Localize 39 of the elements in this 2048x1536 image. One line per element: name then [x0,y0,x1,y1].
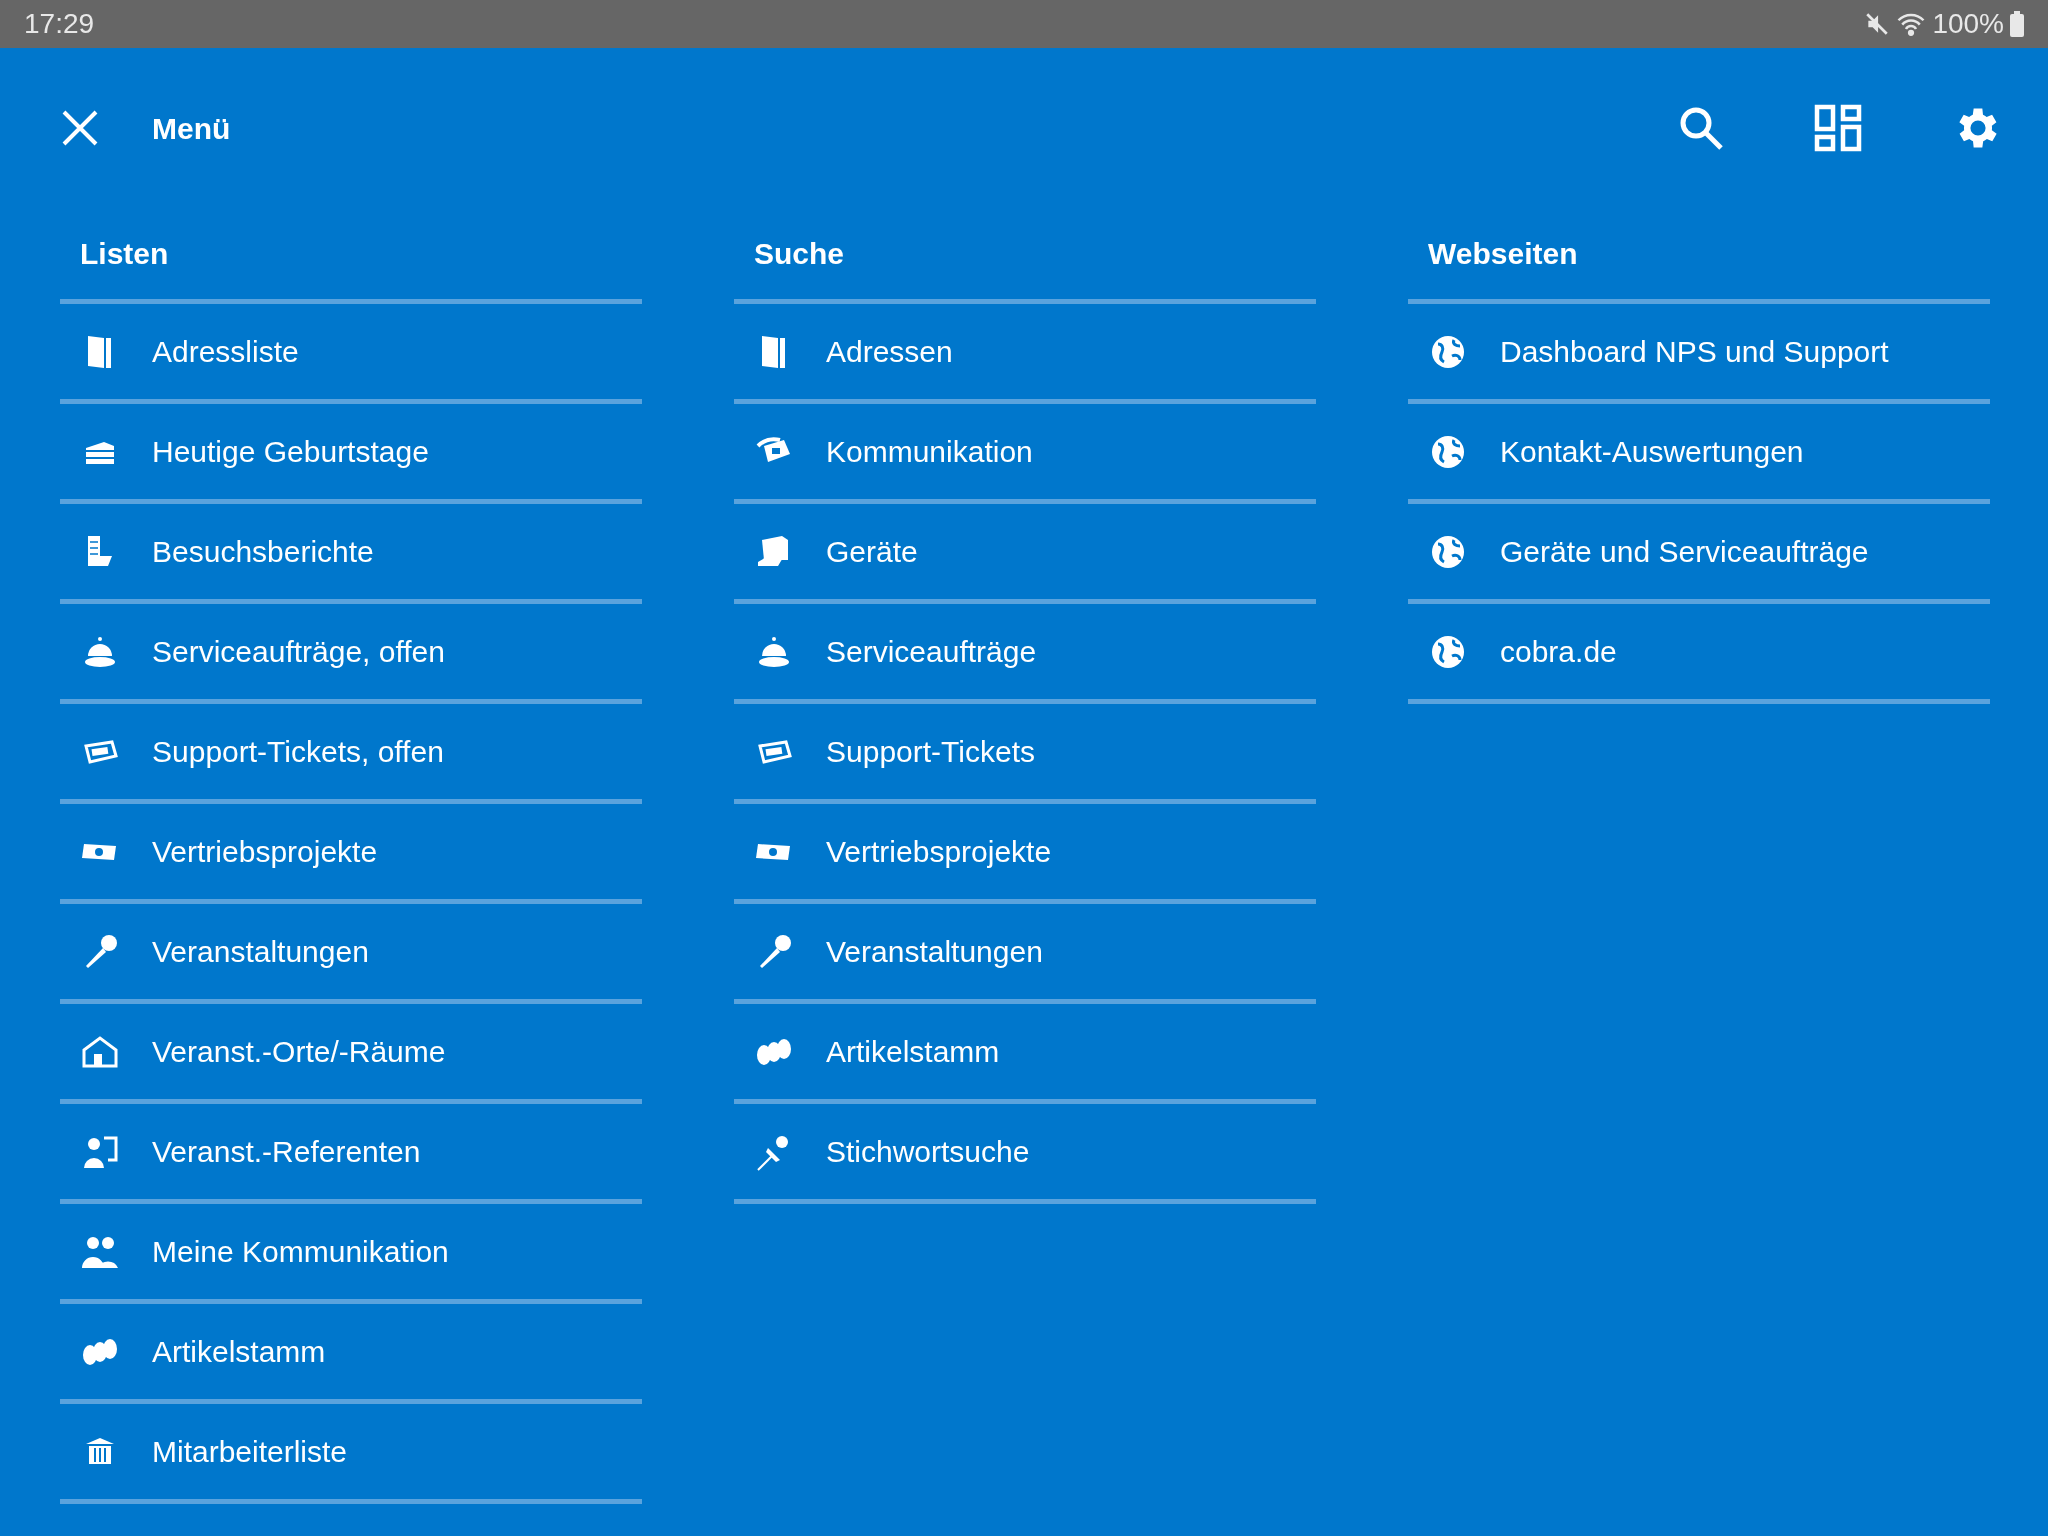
menu-item[interactable]: Serviceaufträge [734,604,1316,704]
menu-item[interactable]: cobra.de [1408,604,1990,704]
menu-item[interactable]: Veranstaltungen [60,904,642,1004]
close-icon [62,110,98,146]
menu-item[interactable]: Geräte und Serviceaufträge [1408,504,1990,604]
column-heading: Suche [754,236,845,272]
menu-item[interactable]: Kontakt-Auswertungen [1408,404,1990,504]
menu-item[interactable]: Veranst.-Referenten [60,1104,642,1204]
menu-item[interactable]: Adressen [734,304,1316,404]
menu-item[interactable]: Vertriebsprojekte [734,804,1316,904]
wifi-icon [1896,11,1927,37]
menu-item[interactable]: Kommunikation [734,404,1316,504]
menu-item[interactable]: Dashboard NPS und Support [1408,304,1990,404]
dashboard-icon [1814,104,1862,152]
battery-percentage: 100% [1932,7,2004,41]
menu-item[interactable]: Adressliste [60,304,642,404]
column-heading: Webseiten [1428,236,1578,272]
search-icon [1678,105,1724,151]
menu-item[interactable]: Veranstaltungen [734,904,1316,1004]
search-button[interactable] [1678,105,1724,151]
menu-item[interactable]: Geräte [734,504,1316,604]
menu-item[interactable]: Meine Kommunikation [60,1204,642,1304]
menu-title: Menü [152,110,231,147]
dashboard-button[interactable] [1814,104,1862,152]
menu-item[interactable]: Serviceaufträge, offen [60,604,642,704]
clock-time: 17:29 [24,7,95,41]
menu-item[interactable]: Besuchsberichte [60,504,642,604]
menu-item[interactable]: Vertriebsprojekte [60,804,642,904]
menu-item[interactable]: Heutige Geburtstage [60,404,642,504]
battery-icon [2010,11,2024,37]
close-button[interactable] [60,108,100,148]
column-heading: Listen [80,236,169,272]
menu-item[interactable]: Stichwortsuche [734,1104,1316,1204]
menu-item[interactable]: Mitarbeiterliste [60,1404,642,1504]
menu-item[interactable]: Artikelstamm [60,1304,642,1404]
menu-item[interactable]: Support-Tickets, offen [60,704,642,804]
menu-item[interactable]: Artikelstamm [734,1004,1316,1104]
menu-item[interactable]: Support-Tickets [734,704,1316,804]
menu-item[interactable]: Veranst.-Orte/-Räume [60,1004,642,1104]
